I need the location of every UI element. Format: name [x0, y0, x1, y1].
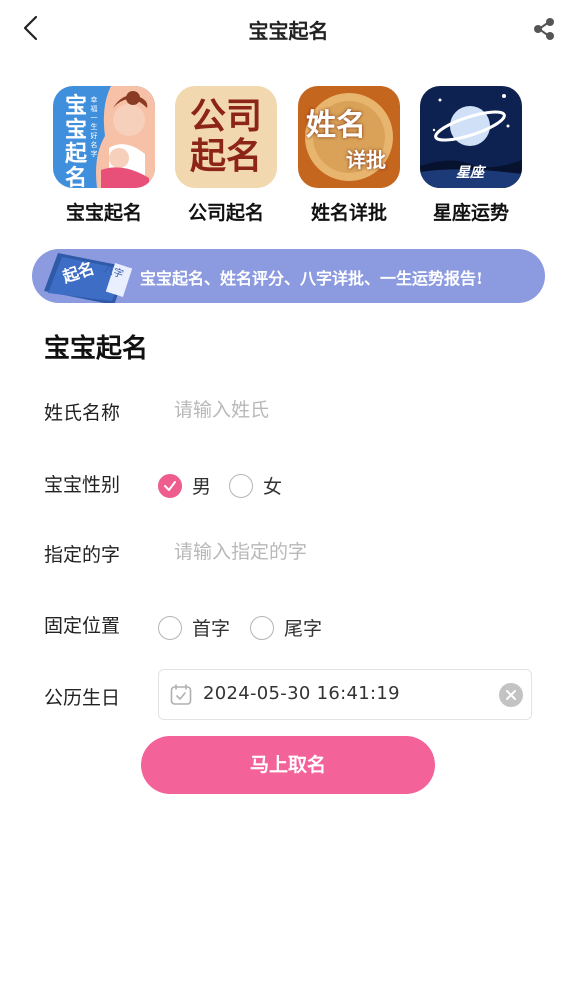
birthday-picker[interactable]: 2024-05-30 16:41:19 [158, 669, 532, 720]
horoscope-tile: 星座 [420, 86, 522, 188]
gender-option-male[interactable]: 男 [158, 472, 211, 499]
tile-subtext: 幸福一生好名字 [90, 96, 98, 158]
app-horoscope[interactable]: 星座 星座运势 [416, 86, 526, 225]
birthday-value: 2024-05-30 16:41:19 [203, 683, 400, 704]
tile-text: 公司起名 [189, 95, 262, 177]
position-option-last[interactable]: 尾字 [250, 614, 322, 641]
page-title: 宝宝起名 [248, 19, 329, 43]
radio-unchecked-icon [250, 615, 274, 640]
share-icon[interactable] [531, 16, 557, 42]
tile-text: 姓名 [306, 108, 366, 143]
app-name-analysis[interactable]: 姓名 详批 姓名详批 [294, 86, 404, 225]
form-title: 宝宝起名 [44, 334, 149, 364]
app-baby-naming[interactable]: 宝宝起名 幸福一生好名字 宝宝起名 [49, 86, 159, 225]
gender-label: 宝宝性别 [44, 474, 121, 496]
app-label: 姓名详批 [310, 202, 387, 224]
app-company-naming[interactable]: 公司起名 公司起名 [171, 86, 281, 225]
surname-input[interactable] [172, 394, 536, 426]
fixed-char-label: 指定的字 [44, 544, 121, 566]
radio-unchecked-icon [229, 473, 253, 498]
gender-option-female[interactable]: 女 [229, 472, 282, 499]
surname-label: 姓氏名称 [44, 402, 121, 424]
promo-banner[interactable]: 起名 八字 宝宝起名、姓名评分、八字详批、一生运势报告! [32, 249, 545, 303]
top-bar: 宝宝起名 [0, 0, 577, 56]
baby-naming-tile: 宝宝起名 幸福一生好名字 [53, 86, 155, 188]
position-option-label: 尾字 [284, 618, 323, 640]
birthday-label: 公历生日 [44, 687, 121, 709]
gender-option-label: 女 [263, 476, 283, 498]
submit-button[interactable]: 马上取名 [141, 736, 435, 794]
fixed-char-input[interactable] [172, 536, 536, 568]
banner-text: 宝宝起名、姓名评分、八字详批、一生运势报告! [140, 269, 484, 288]
tile-text: 宝宝起名 [64, 93, 87, 188]
app-grid: 宝宝起名 幸福一生好名字 宝宝起名 公司起名 公司起名 姓名 详批 姓名详批 星… [0, 86, 577, 226]
position-option-first[interactable]: 首字 [158, 614, 230, 641]
app-label: 公司起名 [187, 202, 264, 224]
position-label: 固定位置 [44, 615, 121, 637]
name-analysis-tile: 姓名 详批 [298, 86, 400, 188]
calendar-icon [170, 684, 192, 705]
radio-checked-icon [158, 473, 182, 498]
radio-unchecked-icon [158, 615, 182, 640]
company-naming-tile: 公司起名 [175, 86, 277, 188]
clear-icon[interactable] [499, 683, 523, 707]
position-option-label: 首字 [192, 618, 231, 640]
gender-option-label: 男 [192, 476, 212, 498]
tile-subtext: 详批 [346, 148, 386, 172]
app-label: 宝宝起名 [65, 202, 142, 224]
tile-text: 星座 [456, 165, 484, 181]
app-label: 星座运势 [432, 202, 509, 224]
